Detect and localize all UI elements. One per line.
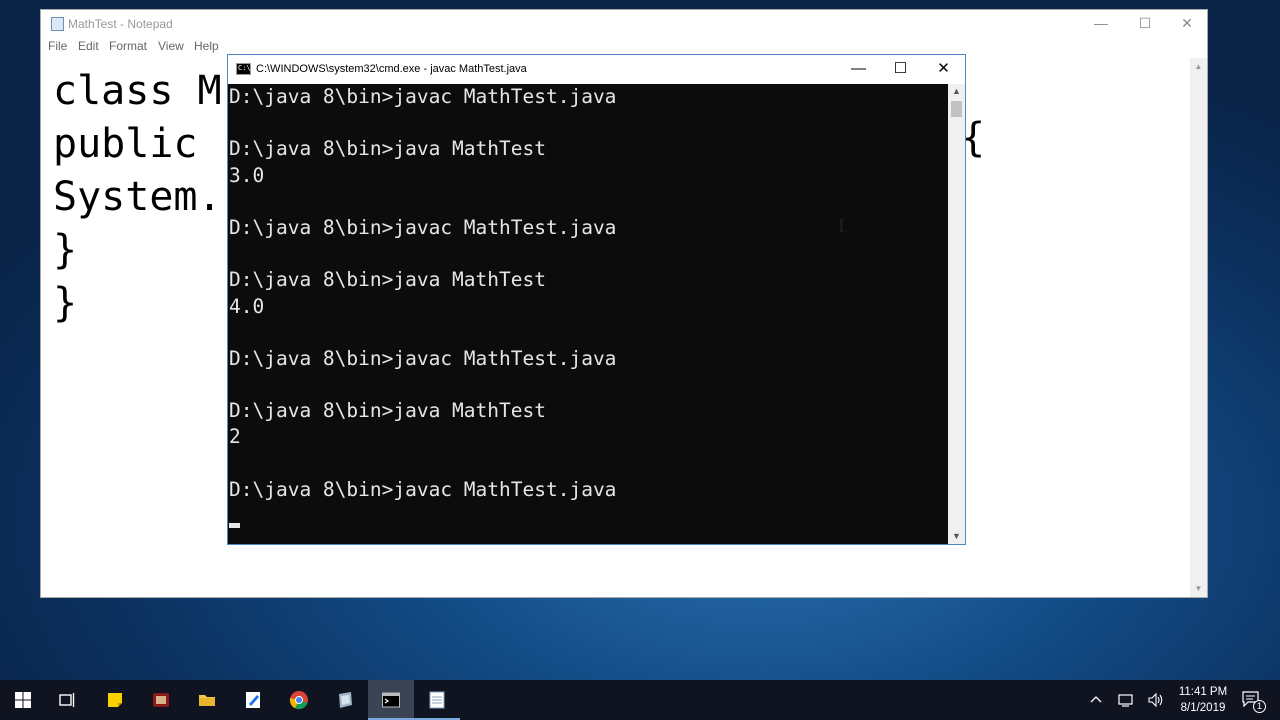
notepad-icon [51, 17, 64, 31]
console-line: 4.0 [229, 294, 265, 318]
taskbar-notepad[interactable] [414, 680, 460, 720]
scroll-down-icon[interactable]: ▼ [948, 529, 965, 544]
code-line: } [53, 280, 78, 326]
clock-date: 8/1/2019 [1180, 702, 1226, 714]
editor-icon [246, 692, 260, 708]
menu-edit[interactable]: Edit [78, 39, 99, 53]
console-line: 2 [229, 425, 241, 449]
notepad-titlebar[interactable]: MathTest - Notepad — ☐ ✕ [41, 10, 1207, 38]
taskbar-command-prompt[interactable] [368, 680, 414, 720]
console-line: D:\java 8\bin>javac MathTest.java [229, 85, 617, 108]
task-view-button[interactable] [44, 680, 90, 720]
notepad-icon [429, 691, 445, 709]
action-center-button[interactable]: 1 [1238, 680, 1268, 720]
taskbar-editor[interactable] [230, 680, 276, 720]
cmd-scrollbar[interactable]: ▲ ▼ [948, 84, 965, 544]
scroll-thumb[interactable] [951, 101, 962, 117]
cmd-icon: C:\ [236, 63, 251, 75]
app-icon [153, 693, 169, 707]
taskbar-clock[interactable]: 11:41 PM 8/1/2019 [1170, 684, 1236, 716]
chevron-up-icon [1090, 696, 1102, 703]
scroll-down-icon[interactable]: ▼ [1190, 580, 1207, 597]
notepad-editor[interactable]: class M public System.}} [53, 65, 222, 330]
scroll-up-icon[interactable]: ▲ [1190, 58, 1207, 75]
cmd-window[interactable]: C:\ C:\WINDOWS\system32\cmd.exe - javac … [227, 54, 966, 545]
taskbar-app[interactable] [138, 680, 184, 720]
minimize-button[interactable]: — [1079, 10, 1123, 38]
console-line: D:\java 8\bin>java MathTest [229, 137, 546, 161]
windows-logo-icon [15, 692, 31, 708]
speaker-icon [1148, 692, 1163, 708]
menu-format[interactable]: Format [109, 39, 147, 53]
text-cursor [229, 523, 240, 528]
start-button[interactable] [0, 680, 46, 720]
folder-icon [199, 695, 215, 706]
close-button[interactable]: ✕ [922, 55, 965, 84]
taskbar: 11:41 PM 8/1/2019 1 [0, 680, 1280, 720]
tray-overflow-button[interactable] [1086, 680, 1106, 720]
maximize-button[interactable]: ☐ [1123, 10, 1167, 38]
notification-badge: 1 [1253, 700, 1266, 713]
notepad-scrollbar[interactable]: ▲ ▼ [1190, 58, 1207, 597]
sticky-notes-icon [108, 693, 122, 707]
taskbar-file-explorer[interactable] [184, 680, 230, 720]
notepad-title: MathTest - Notepad [68, 17, 173, 31]
task-view-icon [59, 693, 75, 707]
taskbar-sticky-notes[interactable] [92, 680, 138, 720]
taskbar-chrome[interactable] [276, 680, 322, 720]
console-output[interactable]: D:\java 8\bin>javac MathTest.java D:\jav… [228, 84, 948, 544]
code-line: System. [53, 174, 222, 220]
code-line: public [53, 121, 222, 167]
close-button[interactable]: ✕ [1165, 10, 1209, 38]
code-line: } [53, 227, 78, 273]
menu-view[interactable]: View [158, 39, 184, 53]
chrome-icon [289, 691, 308, 710]
console-line: 3.0 [229, 163, 265, 187]
menu-help[interactable]: Help [194, 39, 219, 53]
taskbar-app[interactable] [322, 680, 368, 720]
maximize-button[interactable]: ☐ [879, 55, 922, 84]
console-line: D:\java 8\bin>java MathTest [229, 399, 546, 423]
clock-time: 11:41 PM [1178, 686, 1228, 698]
scroll-up-icon[interactable]: ▲ [948, 84, 965, 99]
app-icon [339, 692, 352, 708]
console-line: D:\java 8\bin>javac MathTest.java [229, 346, 617, 370]
tray-volume-button[interactable] [1144, 680, 1168, 720]
minimize-button[interactable]: — [837, 55, 880, 84]
ibeam-cursor-icon: I [838, 217, 845, 237]
tray-network-button[interactable] [1114, 680, 1138, 720]
cmd-titlebar[interactable]: C:\ C:\WINDOWS\system32\cmd.exe - javac … [228, 55, 965, 84]
network-icon [1118, 694, 1133, 707]
cmd-icon [382, 692, 400, 708]
console-line: D:\java 8\bin>javac MathTest.java [229, 477, 617, 501]
menu-file[interactable]: File [48, 39, 67, 53]
console-line: D:\java 8\bin>java MathTest [229, 268, 546, 292]
code-line: class M [53, 68, 222, 114]
cmd-title: C:\WINDOWS\system32\cmd.exe - javac Math… [256, 63, 527, 75]
